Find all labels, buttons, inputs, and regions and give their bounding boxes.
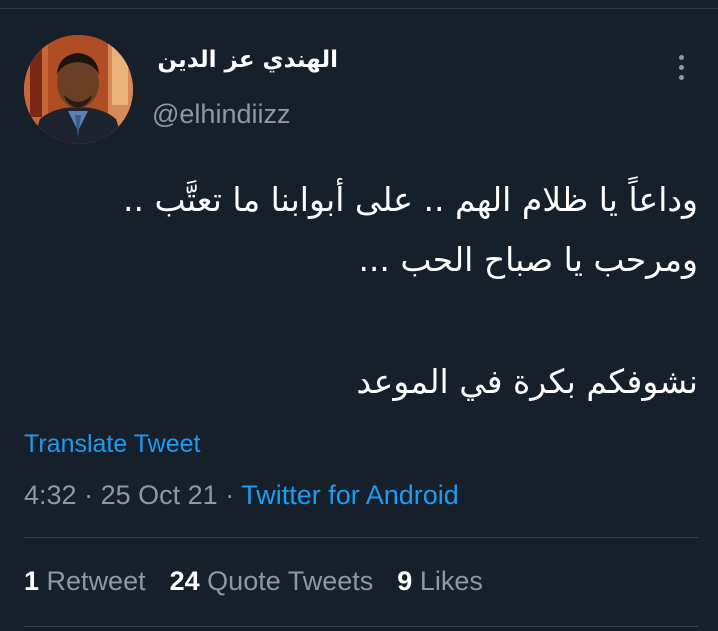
retweets-label: Retweet: [46, 566, 146, 596]
more-vertical-icon: [678, 64, 684, 70]
tweet-text: وداعاً يا ظلام الهم .. على أبوابنا ما تع…: [20, 170, 698, 412]
meta-separator: ·: [225, 480, 235, 510]
tweet-line: وداعاً يا ظلام الهم .. على أبوابنا ما تع…: [122, 180, 698, 219]
likes-stat[interactable]: 9 Likes: [397, 564, 483, 598]
likes-count: 9: [397, 566, 413, 596]
divider: [24, 626, 698, 627]
quote-tweets-stat[interactable]: 24 Quote Tweets: [170, 564, 374, 598]
top-divider: [0, 8, 718, 9]
divider: [24, 537, 698, 538]
tweet-time[interactable]: 4:32: [24, 480, 77, 510]
author-display-name[interactable]: الهندي عز الدين: [152, 44, 338, 76]
retweets-count: 1: [24, 566, 40, 596]
tweet-line: نشوفكم بكرة في الموعد: [356, 362, 698, 401]
tweet-line: ومرحب يا صباح الحب ...: [358, 240, 698, 279]
quote-tweets-label: Quote Tweets: [207, 566, 374, 596]
tweet-metadata: 4:32 · 25 Oct 21 · Twitter for Android: [24, 478, 459, 512]
profile-photo-icon: [24, 35, 133, 144]
meta-separator: ·: [84, 480, 94, 510]
tweet-date[interactable]: 25 Oct 21: [101, 480, 218, 510]
likes-label: Likes: [419, 566, 483, 596]
translate-tweet-link[interactable]: Translate Tweet: [24, 428, 200, 460]
author-handle[interactable]: @elhindiizz: [152, 98, 290, 130]
tweet-source-link[interactable]: Twitter for Android: [241, 480, 459, 510]
engagement-stats: 1 Retweet 24 Quote Tweets 9 Likes: [24, 564, 483, 598]
more-options-button[interactable]: [664, 50, 698, 84]
author-avatar[interactable]: [24, 35, 133, 144]
retweets-stat[interactable]: 1 Retweet: [24, 564, 146, 598]
more-vertical-icon: [678, 74, 684, 80]
quote-tweets-count: 24: [169, 566, 200, 596]
more-vertical-icon: [678, 54, 684, 60]
